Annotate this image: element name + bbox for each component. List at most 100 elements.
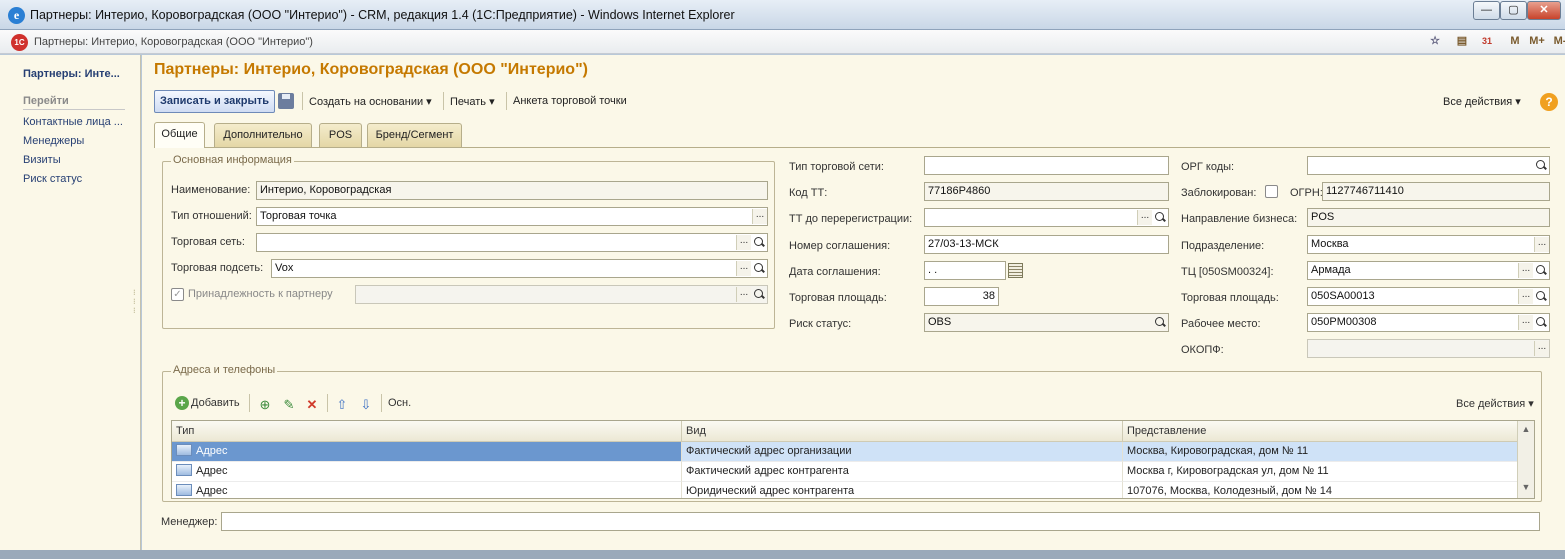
tab-pos[interactable]: POS <box>319 123 362 147</box>
save-close-button[interactable]: Записать и закрыть <box>154 90 276 113</box>
okopf-field[interactable]: ... <box>1307 339 1550 358</box>
org-codes-field[interactable] <box>1307 156 1550 175</box>
tt-code-field[interactable]: 77186P4860 <box>924 182 1169 201</box>
all-actions-button[interactable]: Все действия ▾ <box>1443 95 1521 108</box>
sidebar-current-item[interactable]: Партнеры: Инте... <box>23 68 120 80</box>
risk-status-field[interactable]: OBS <box>924 313 1169 332</box>
division-field[interactable]: Москва ... <box>1307 235 1550 254</box>
agreement-number-field[interactable]: 27/03-13-МСК <box>924 235 1169 254</box>
column-header-kind[interactable]: Вид <box>682 421 1123 442</box>
search-icon[interactable] <box>752 235 767 250</box>
address-icon <box>176 464 192 476</box>
business-direction-field[interactable]: POS <box>1307 208 1550 227</box>
choose-button[interactable]: ... <box>736 235 751 250</box>
print-button[interactable]: Печать ▾ <box>450 95 495 108</box>
search-icon[interactable] <box>1534 263 1549 278</box>
calendar-icon[interactable]: 31 <box>1480 34 1494 49</box>
belongs-field[interactable]: ... <box>355 285 768 304</box>
search-icon[interactable] <box>1153 210 1168 225</box>
relation-type-field[interactable]: Торговая точка ... <box>256 207 768 226</box>
sidebar-link-contacts[interactable]: Контактные лица ... <box>23 116 123 128</box>
memory-minus-button[interactable]: M- <box>1550 34 1565 49</box>
blocked-checkbox[interactable] <box>1265 185 1278 198</box>
save-icon[interactable] <box>278 93 294 109</box>
close-button[interactable]: ✕ <box>1527 1 1561 20</box>
choose-button[interactable]: ... <box>1518 289 1533 304</box>
search-icon[interactable] <box>752 261 767 276</box>
ogrn-field[interactable]: 1127746711410 <box>1322 182 1550 201</box>
table-cell[interactable]: Москва, Кировоградская, дом № 11 <box>1123 442 1519 462</box>
sidebar-link-visits[interactable]: Визиты <box>23 154 61 166</box>
choose-button[interactable]: ... <box>1518 315 1533 330</box>
column-header-type[interactable]: Тип <box>172 421 682 442</box>
create-based-button[interactable]: Создать на основании ▾ <box>309 95 432 108</box>
move-up-icon[interactable]: ⇧ <box>334 397 350 413</box>
network-type-field[interactable] <box>924 156 1169 175</box>
calculator-icon[interactable]: ▤ <box>1455 34 1469 49</box>
move-down-icon[interactable]: ⇩ <box>358 397 374 413</box>
search-icon[interactable] <box>752 287 767 302</box>
delete-icon[interactable]: ✕ <box>304 397 320 413</box>
copy-icon[interactable]: ⊕ <box>257 397 273 413</box>
column-header-representation[interactable]: Представление <box>1123 421 1519 442</box>
table-cell[interactable]: Фактический адрес контрагента <box>682 462 1123 482</box>
window-bottom-edge <box>0 550 1565 559</box>
tc-field[interactable]: Армада ... <box>1307 261 1550 280</box>
main-address-button[interactable]: Осн. <box>388 397 411 409</box>
tab-additional[interactable]: Дополнительно <box>214 123 312 147</box>
subnetwork-label: Торговая подсеть: <box>171 262 264 274</box>
workplace-field[interactable]: 050PM00308 ... <box>1307 313 1550 332</box>
table-cell[interactable]: Москва г, Кировоградская ул, дом № 11 <box>1123 462 1519 482</box>
manager-field[interactable] <box>221 512 1540 531</box>
sidebar-link-managers[interactable]: Менеджеры <box>23 135 84 147</box>
table-cell[interactable]: 107076, Москва, Колодезный, дом № 14 <box>1123 482 1519 498</box>
table-scrollbar[interactable]: ▲ ▼ <box>1517 421 1534 498</box>
choose-button[interactable]: ... <box>1518 263 1533 278</box>
memory-m-button[interactable]: M <box>1508 34 1522 49</box>
choose-button[interactable]: ... <box>736 287 751 302</box>
table-cell[interactable]: Юридический адрес контрагента <box>682 482 1123 498</box>
minimize-button[interactable]: — <box>1473 1 1500 20</box>
sidebar-link-risk-status[interactable]: Риск статус <box>23 173 82 185</box>
splitter-grip-icon[interactable]: ⁝ ⁝ ⁝ <box>133 288 136 315</box>
table-row[interactable]: Адрес <box>172 482 682 498</box>
favorite-icon[interactable]: ☆ <box>1428 34 1442 49</box>
search-icon[interactable] <box>1534 289 1549 304</box>
table-cell[interactable]: Фактический адрес организации <box>682 442 1123 462</box>
edit-icon[interactable]: ✎ <box>281 397 297 413</box>
help-icon[interactable]: ? <box>1540 93 1558 111</box>
questionnaire-button[interactable]: Анкета торговой точки <box>513 95 627 107</box>
1c-logo-icon: 1C <box>11 34 28 51</box>
search-icon[interactable] <box>1153 315 1168 330</box>
choose-button[interactable]: ... <box>752 209 767 224</box>
choose-button[interactable]: ... <box>1534 237 1549 252</box>
table-row[interactable]: Адрес <box>172 462 682 482</box>
add-button[interactable]: + Добавить <box>163 394 253 414</box>
addresses-all-actions-button[interactable]: Все действия ▾ <box>1456 397 1534 410</box>
subnetwork-field[interactable]: Vox ... <box>271 259 768 278</box>
maximize-button[interactable]: ▢ <box>1500 1 1527 20</box>
tab-general[interactable]: Общие <box>154 122 205 148</box>
search-icon[interactable] <box>1534 158 1549 173</box>
tab-brand-segment[interactable]: Бренд/Сегмент <box>367 123 462 147</box>
scroll-up-icon[interactable]: ▲ <box>1518 421 1534 437</box>
trade-area2-field[interactable]: 050SA00013 ... <box>1307 287 1550 306</box>
memory-plus-button[interactable]: M+ <box>1527 34 1547 49</box>
table-row[interactable]: Адрес <box>172 442 682 462</box>
agreement-date-field[interactable]: . . <box>924 261 1006 280</box>
choose-button[interactable]: ... <box>1534 341 1549 356</box>
main-info-group: Основная информация Наименование: Интери… <box>162 154 775 329</box>
name-field[interactable]: Интерио, Коровоградская <box>256 181 768 200</box>
toolbar-separator <box>506 92 507 110</box>
choose-button[interactable]: ... <box>1137 210 1152 225</box>
network-field[interactable]: ... <box>256 233 768 252</box>
addresses-table[interactable]: Тип Вид Представление Адрес Фактический … <box>171 420 1535 499</box>
tt-prev-field[interactable]: ... <box>924 208 1169 227</box>
navigation-panel: Партнеры: Инте... Перейти Контактные лиц… <box>0 55 141 550</box>
belongs-checkbox[interactable]: ✓ <box>171 288 184 301</box>
search-icon[interactable] <box>1534 315 1549 330</box>
trade-area-field[interactable]: 38 <box>924 287 999 306</box>
scroll-down-icon[interactable]: ▼ <box>1518 479 1534 495</box>
choose-button[interactable]: ... <box>736 261 751 276</box>
calendar-icon[interactable] <box>1008 263 1023 278</box>
